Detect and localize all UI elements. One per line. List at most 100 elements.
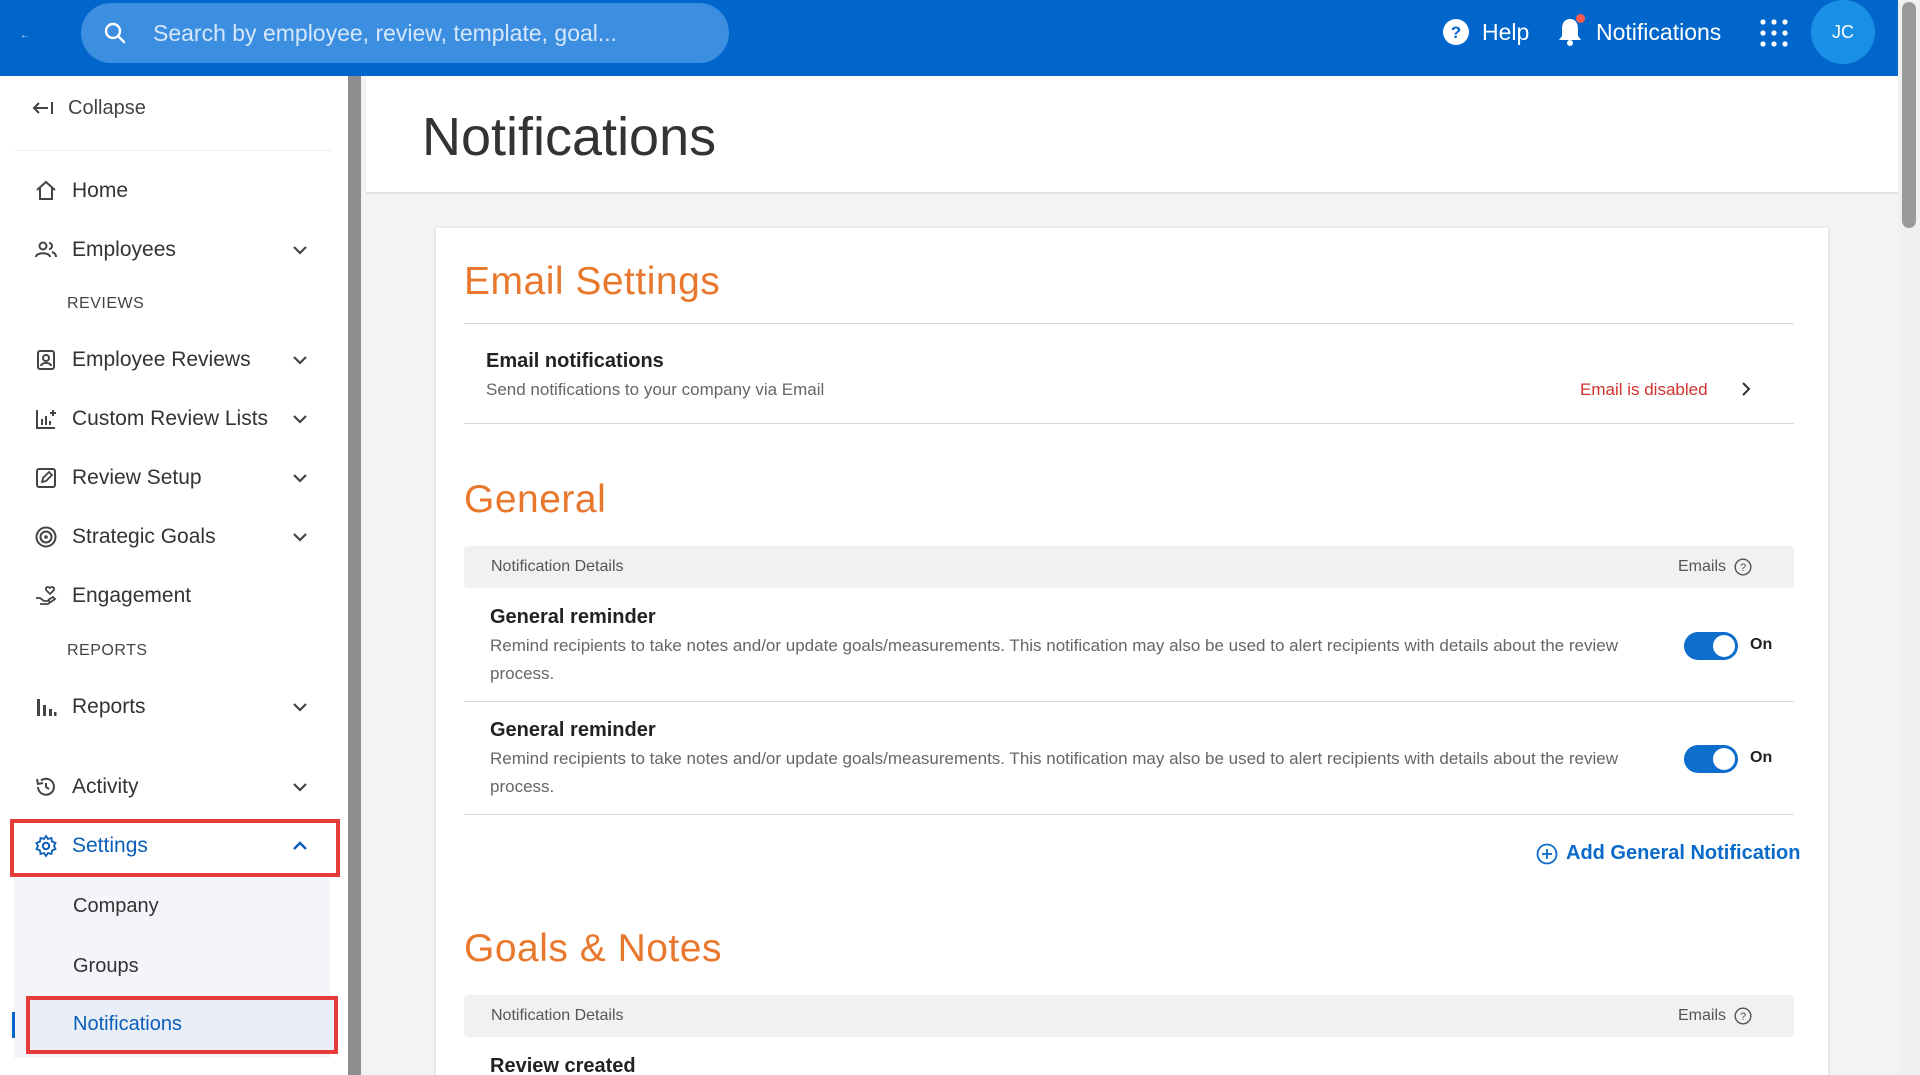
- edit-square-icon: [36, 468, 56, 488]
- sidebar-item-label: Settings: [72, 834, 148, 857]
- settings-card: Email Settings Email notifications Send …: [436, 228, 1828, 1075]
- row-description: Remind recipients to take notes and/or u…: [490, 636, 1618, 683]
- email-toggle[interactable]: [1684, 745, 1738, 773]
- sidebar-item-label: Engagement: [72, 584, 192, 607]
- sidebar-item-label: Home: [72, 179, 129, 202]
- sidebar-item-home[interactable]: Home: [34, 174, 310, 208]
- row-description: Send notifications to your company via E…: [486, 380, 825, 399]
- table-header: Notification Details Emails ?: [464, 995, 1794, 1037]
- bar-chart-icon: [37, 699, 57, 716]
- section-label-reviews: REVIEWS: [67, 295, 145, 312]
- collapse-button[interactable]: Collapse: [32, 94, 146, 122]
- page-scrollbar[interactable]: [1898, 0, 1920, 1075]
- row-title: Review created: [490, 1055, 636, 1075]
- history-icon: [36, 777, 55, 796]
- svg-text:?: ?: [1740, 1011, 1746, 1023]
- page-header: Notifications: [366, 76, 1898, 194]
- plus-circle-icon: [1536, 843, 1558, 864]
- chevron-down-icon[interactable]: [290, 777, 310, 797]
- svg-text:?: ?: [1451, 23, 1461, 42]
- header-notification-details: Notification Details: [491, 558, 624, 575]
- divider: [464, 814, 1794, 815]
- header-emails-label: Emails: [1678, 1007, 1727, 1024]
- section-title-general: General: [464, 478, 607, 521]
- help-label: Help: [1482, 18, 1530, 45]
- search-input[interactable]: [153, 13, 713, 53]
- sidebar-item-reports[interactable]: Reports: [34, 690, 310, 724]
- sidebar-item-label: Reports: [72, 695, 146, 718]
- sidebar-item-activity[interactable]: Activity: [34, 770, 310, 804]
- active-indicator: [12, 1012, 15, 1038]
- table-header: Notification Details Emails ?: [464, 546, 1794, 588]
- question-circle-icon[interactable]: ?: [1734, 558, 1752, 576]
- section-title-goals-notes: Goals & Notes: [464, 927, 722, 970]
- chevron-down-icon[interactable]: [290, 697, 310, 717]
- sidebar-scrollbar[interactable]: [348, 76, 361, 1075]
- chevron-down-icon[interactable]: [290, 468, 310, 488]
- header-emails-label: Emails: [1678, 558, 1727, 575]
- header-notification-details: Notification Details: [491, 1007, 624, 1024]
- sidebar-item-custom-review-lists[interactable]: Custom Review Lists: [34, 402, 310, 436]
- chevron-up-icon[interactable]: [290, 836, 310, 856]
- scrollbar-thumb[interactable]: [1902, 2, 1916, 228]
- avatar[interactable]: JC: [1811, 0, 1875, 64]
- sidebar-subitem-company[interactable]: Company: [73, 895, 159, 918]
- home-icon: [36, 180, 56, 200]
- sidebar-item-engagement[interactable]: Engagement: [34, 579, 310, 613]
- chevron-down-icon[interactable]: [290, 240, 310, 260]
- page-title: Notifications: [422, 107, 717, 167]
- sidebar-item-review-setup[interactable]: Review Setup: [34, 461, 310, 495]
- collapse-label: Collapse: [68, 96, 146, 119]
- sidebar-item-employees[interactable]: Employees: [34, 233, 310, 267]
- add-general-notification-button[interactable]: Add General Notification: [1536, 842, 1800, 865]
- notifications-button[interactable]: Notifications: [1556, 14, 1721, 50]
- sidebar-subitem-notifications[interactable]: Notifications: [73, 1013, 182, 1036]
- svg-text:?: ?: [1740, 562, 1746, 574]
- review-badge-icon: [37, 350, 55, 370]
- toggle-label: On: [1750, 749, 1773, 766]
- chevron-right-icon[interactable]: [1738, 379, 1754, 399]
- search-bar[interactable]: [81, 3, 729, 63]
- back-arrow-icon[interactable]: ←: [20, 30, 34, 44]
- notifications-label: Notifications: [1596, 18, 1722, 45]
- help-button[interactable]: ? Help: [1442, 16, 1529, 48]
- row-title: Email notifications: [486, 350, 664, 372]
- chevron-down-icon[interactable]: [290, 350, 310, 370]
- sidebar-item-label: Custom Review Lists: [72, 407, 269, 430]
- question-circle-icon[interactable]: ?: [1734, 1007, 1752, 1025]
- sidebar-item-label: Employee Reviews: [72, 348, 251, 371]
- section-title-email-settings: Email Settings: [464, 260, 721, 303]
- chart-add-icon: [36, 410, 56, 429]
- apps-grid-icon[interactable]: [1759, 18, 1789, 48]
- toggle-knob: [1713, 748, 1735, 770]
- sidebar-divider: [14, 150, 332, 151]
- toggle-label: On: [1750, 636, 1773, 653]
- divider: [464, 323, 1794, 324]
- add-general-notification-label: Add General Notification: [1566, 842, 1801, 864]
- target-icon: [35, 526, 57, 548]
- search-icon: [104, 22, 126, 44]
- sidebar-item-label: Strategic Goals: [72, 525, 216, 548]
- section-label-reports: REPORTS: [67, 642, 148, 659]
- row-description: Remind recipients to take notes and/or u…: [490, 749, 1618, 796]
- notification-dot: [1576, 14, 1585, 23]
- collapse-arrow-icon: [32, 102, 53, 114]
- chevron-down-icon[interactable]: [290, 527, 310, 547]
- people-icon: [35, 241, 57, 258]
- sidebar-subitem-groups[interactable]: Groups: [73, 955, 139, 978]
- help-icon: ?: [1443, 19, 1469, 45]
- email-toggle[interactable]: [1684, 632, 1738, 660]
- row-title: General reminder: [490, 719, 656, 741]
- header-emails: Emails ?: [1678, 1007, 1752, 1025]
- sidebar-item-strategic-goals[interactable]: Strategic Goals: [34, 520, 310, 554]
- sidebar-item-label: Review Setup: [72, 466, 202, 489]
- toggle-knob: [1713, 635, 1735, 657]
- header-emails: Emails ?: [1678, 558, 1752, 576]
- chevron-down-icon[interactable]: [290, 409, 310, 429]
- row-title: General reminder: [490, 606, 656, 628]
- sidebar-item-employee-reviews[interactable]: Employee Reviews: [34, 343, 310, 377]
- sidebar-item-label: Activity: [72, 775, 139, 798]
- sidebar-item-settings[interactable]: Settings: [34, 829, 310, 863]
- divider: [464, 701, 1794, 702]
- engagement-hand-icon: [36, 586, 57, 605]
